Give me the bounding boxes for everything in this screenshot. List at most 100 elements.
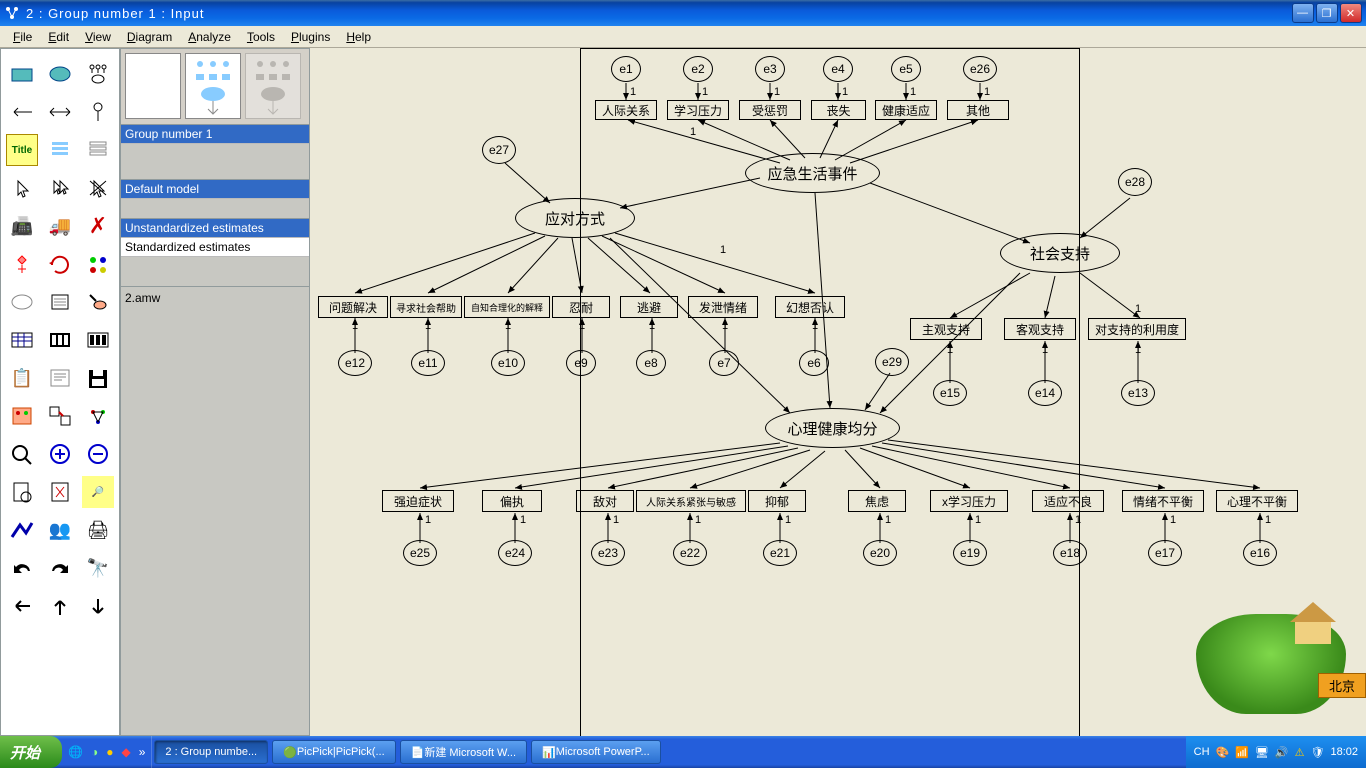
menu-edit[interactable]: Edit <box>40 28 77 46</box>
var-c3[interactable]: 自知合理化的解释 <box>464 296 550 318</box>
maximize-button[interactable]: ❐ <box>1316 3 1338 23</box>
group-item[interactable]: Group number 1 <box>121 125 309 144</box>
tool-loupe-icon[interactable]: 🔎 <box>82 476 114 508</box>
file-list[interactable]: 2.amw <box>121 287 309 727</box>
var-c4[interactable]: 忍耐 <box>552 296 610 318</box>
error-e15[interactable]: e15 <box>933 380 967 406</box>
ql-icon[interactable]: 🌐 <box>68 745 83 759</box>
tool-title[interactable]: Title <box>6 134 38 166</box>
tool-scroll-icon[interactable] <box>44 286 76 318</box>
tool-path-both[interactable] <box>44 96 76 128</box>
var-m5[interactable]: 抑郁 <box>748 490 806 512</box>
var-s1[interactable]: 主观支持 <box>910 318 982 340</box>
var-relation[interactable]: 人际关系 <box>595 100 657 120</box>
tool-text-output-icon[interactable] <box>44 362 76 394</box>
error-e28[interactable]: e28 <box>1118 168 1152 196</box>
menu-view[interactable]: View <box>77 28 119 46</box>
error-e7[interactable]: e7 <box>709 350 739 376</box>
tool-touch-icon[interactable] <box>82 286 114 318</box>
error-e20[interactable]: e20 <box>863 540 897 566</box>
error-e21[interactable]: e21 <box>763 540 797 566</box>
tool-save-icon[interactable] <box>82 362 114 394</box>
tool-fit-page-icon[interactable] <box>44 476 76 508</box>
menu-help[interactable]: Help <box>338 28 379 46</box>
tool-latent[interactable] <box>82 58 114 90</box>
file-item[interactable]: 2.amw <box>125 291 305 305</box>
tool-shape-icon[interactable] <box>6 248 38 280</box>
var-study[interactable]: 学习压力 <box>667 100 729 120</box>
widget-sign[interactable]: 北京 <box>1318 673 1366 698</box>
latent-support[interactable]: 社会支持 <box>1000 233 1120 273</box>
task-word[interactable]: 📄 新建 Microsoft W... <box>400 740 527 764</box>
tool-multigroup-icon[interactable]: 👥 <box>44 514 76 546</box>
error-e8[interactable]: e8 <box>636 350 666 376</box>
error-e23[interactable]: e23 <box>591 540 625 566</box>
output-diagram-thumb[interactable] <box>185 53 241 119</box>
var-c1[interactable]: 问题解决 <box>318 296 388 318</box>
var-m8[interactable]: 适应不良 <box>1032 490 1104 512</box>
tool-arrow-left-icon[interactable] <box>6 590 38 622</box>
error-e24[interactable]: e24 <box>498 540 532 566</box>
error-e13[interactable]: e13 <box>1121 380 1155 406</box>
latent-life-events[interactable]: 应急生活事件 <box>745 153 880 193</box>
menu-plugins[interactable]: Plugins <box>283 28 338 46</box>
start-button[interactable]: 开始 <box>0 736 62 768</box>
var-m6[interactable]: 焦虑 <box>848 490 906 512</box>
latent-coping[interactable]: 应对方式 <box>515 198 635 238</box>
unstd-estimates-item[interactable]: Unstandardized estimates <box>121 219 309 238</box>
model-item[interactable]: Default model <box>121 180 309 199</box>
minimize-button[interactable]: — <box>1292 3 1314 23</box>
error-e3[interactable]: e3 <box>755 56 785 82</box>
tray-icon[interactable]: 🖥 <box>1255 746 1269 759</box>
error-e1[interactable]: e1 <box>611 56 641 82</box>
latent-mental[interactable]: 心理健康均分 <box>765 408 900 448</box>
menu-diagram[interactable]: Diagram <box>119 28 180 46</box>
error-e18[interactable]: e18 <box>1053 540 1087 566</box>
tool-move-icon[interactable]: 🚚 <box>44 210 76 242</box>
tool-zoom-page-icon[interactable] <box>6 476 38 508</box>
error-e10[interactable]: e10 <box>491 350 525 376</box>
tray-icon[interactable]: ⚠ <box>1295 746 1305 759</box>
tool-rect[interactable] <box>6 58 38 90</box>
var-m3[interactable]: 敌对 <box>576 490 634 512</box>
ql-icon[interactable]: ● <box>106 745 113 759</box>
error-e17[interactable]: e17 <box>1148 540 1182 566</box>
tool-reflect-icon[interactable] <box>82 248 114 280</box>
var-m10[interactable]: 心理不平衡 <box>1216 490 1298 512</box>
error-e6[interactable]: e6 <box>799 350 829 376</box>
close-button[interactable]: ✕ <box>1340 3 1362 23</box>
tray-icon[interactable]: 🔊 <box>1275 746 1289 759</box>
error-e2[interactable]: e2 <box>683 56 713 82</box>
task-amos[interactable]: 2 : Group numbe... <box>154 740 268 764</box>
input-diagram-thumb[interactable] <box>125 53 181 119</box>
menu-analyze[interactable]: Analyze <box>180 28 239 46</box>
tool-list2[interactable] <box>82 134 114 166</box>
tool-select-all[interactable] <box>44 172 76 204</box>
tool-bayes-icon[interactable] <box>6 514 38 546</box>
var-c5[interactable]: 逃避 <box>620 296 678 318</box>
tool-undo-icon[interactable] <box>6 552 38 584</box>
menu-tools[interactable]: Tools <box>239 28 283 46</box>
error-e29[interactable]: e29 <box>875 348 909 376</box>
error-e5[interactable]: e5 <box>891 56 921 82</box>
tool-list1[interactable] <box>44 134 76 166</box>
var-other[interactable]: 其他 <box>947 100 1009 120</box>
tool-clipboard-icon[interactable]: 📋 <box>6 362 38 394</box>
std-estimates-item[interactable]: Standardized estimates <box>121 238 309 257</box>
ql-icon[interactable]: ◑ <box>91 745 98 759</box>
tool-path-left[interactable] <box>6 96 38 128</box>
tool-zoom-out-icon[interactable] <box>82 438 114 470</box>
tool-copy-icon[interactable]: 📠 <box>6 210 38 242</box>
tool-preserve-icon[interactable] <box>82 400 114 432</box>
error-e12[interactable]: e12 <box>338 350 372 376</box>
tool-error[interactable] <box>82 96 114 128</box>
error-e22[interactable]: e22 <box>673 540 707 566</box>
lang-indicator[interactable]: CH <box>1194 746 1210 758</box>
var-c7[interactable]: 幻想否认 <box>775 296 845 318</box>
tool-calculate-icon[interactable] <box>82 324 114 356</box>
task-picpick[interactable]: 🟢 PicPick|PicPick(... <box>272 740 396 764</box>
var-s2[interactable]: 客观支持 <box>1004 318 1076 340</box>
var-m1[interactable]: 强迫症状 <box>382 490 454 512</box>
var-loss[interactable]: 丧失 <box>811 100 866 120</box>
tool-redo-icon[interactable] <box>44 552 76 584</box>
